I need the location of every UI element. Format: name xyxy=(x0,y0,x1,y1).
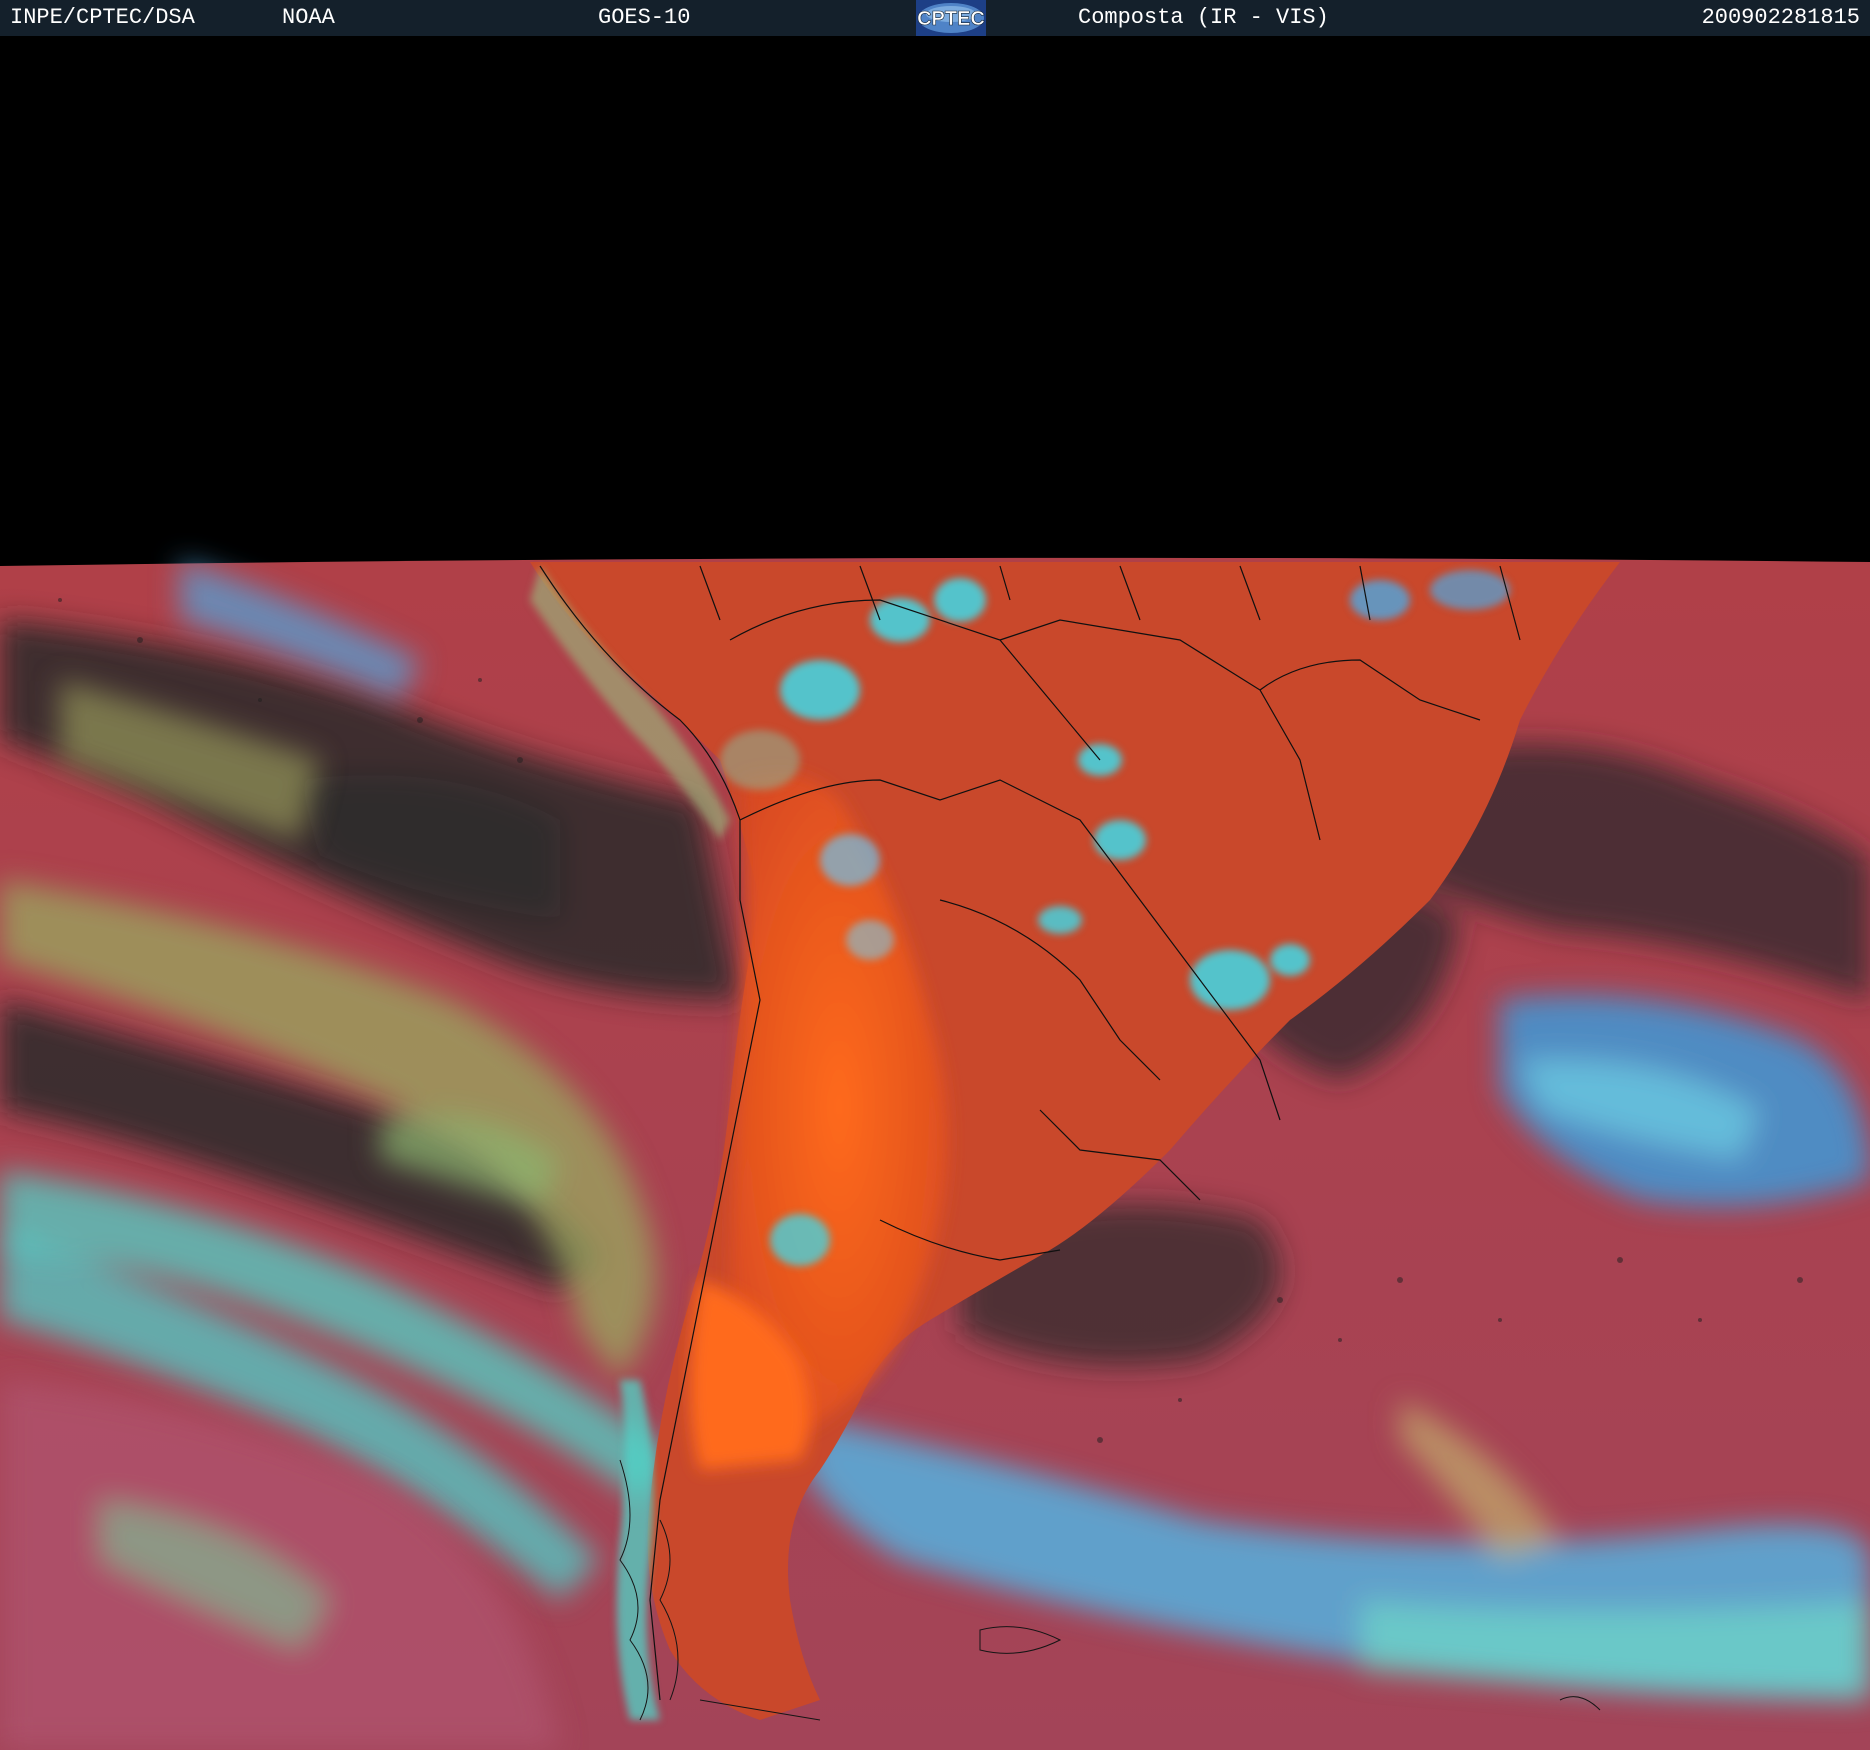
satellite-image xyxy=(0,557,1870,1750)
